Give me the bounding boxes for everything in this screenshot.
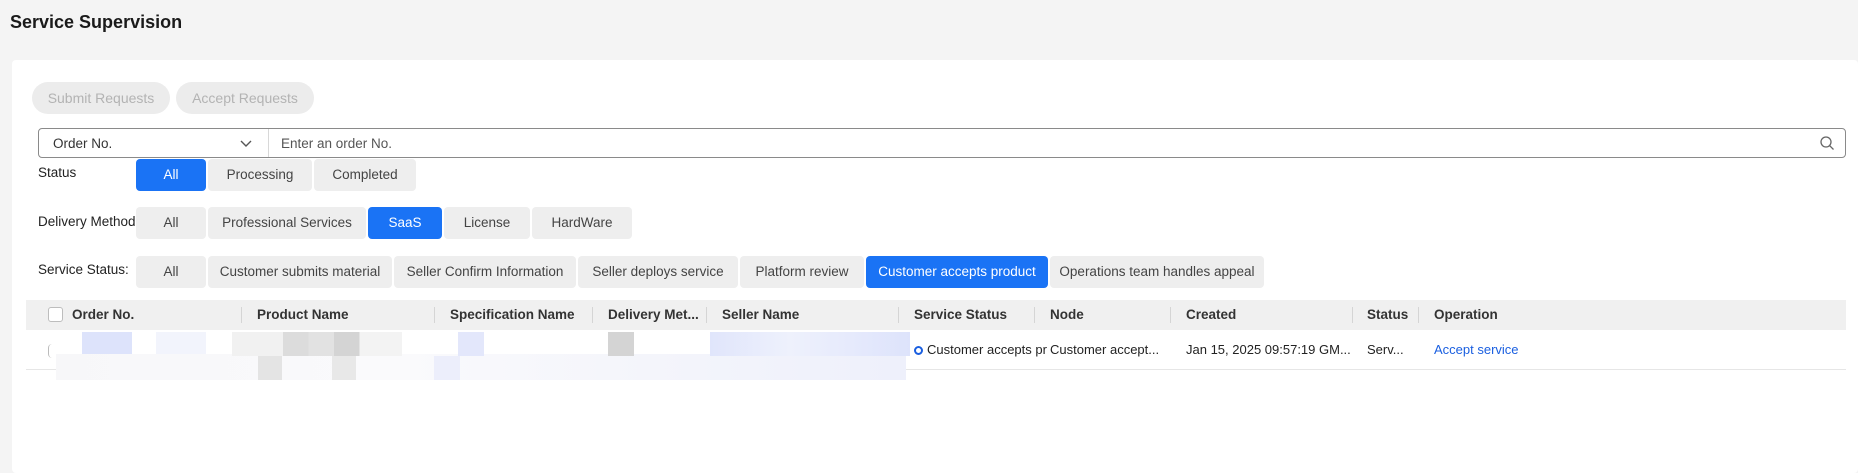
redacted-spec-name (458, 332, 484, 356)
redacted-product-name (232, 332, 402, 356)
col-order-no[interactable]: Order No. (72, 300, 134, 330)
page-title: Service Supervision (10, 12, 183, 32)
service-chip-customer-submits-material[interactable]: Customer submits material (208, 256, 392, 288)
column-divider (1170, 307, 1171, 323)
col-operation: Operation (1434, 307, 1498, 322)
service-chip-platform-review[interactable]: Platform review (740, 256, 864, 288)
col-service-status[interactable]: Service Status (914, 300, 1007, 330)
accept-requests-button[interactable]: Accept Requests (176, 82, 314, 114)
col-status[interactable]: Status (1367, 300, 1408, 330)
col-node[interactable]: Node (1050, 300, 1084, 330)
service-chip-seller-confirm-information[interactable]: Seller Confirm Information (394, 256, 576, 288)
delivery-chip-license[interactable]: License (444, 207, 530, 239)
search-field-select[interactable]: Order No. (39, 129, 269, 157)
col-seller-name[interactable]: Seller Name (722, 300, 799, 330)
main-panel: Submit Requests Accept Requests Order No… (12, 60, 1858, 473)
delivery-filter-label: Delivery Method (38, 214, 136, 229)
status-chip-processing[interactable]: Processing (208, 159, 312, 191)
service-chip-operations-team-handles-appeal[interactable]: Operations team handles appeal (1050, 256, 1264, 288)
search-icon[interactable] (1809, 129, 1845, 157)
select-all-checkbox[interactable] (48, 307, 63, 322)
delivery-chip-professional-services[interactable]: Professional Services (208, 207, 366, 239)
status-filter-label: Status (38, 165, 77, 180)
service-chip-customer-accepts-product[interactable]: Customer accepts product (866, 256, 1048, 288)
search-bar: Order No. (38, 128, 1846, 158)
search-field-value: Order No. (53, 135, 113, 151)
column-divider (1418, 307, 1419, 323)
redacted-order-no (82, 332, 132, 356)
table-header: Order No. Product Name Specification Nam… (26, 300, 1846, 330)
cell-created: Jan 15, 2025 09:57:19 GM... (1186, 342, 1351, 357)
column-divider (434, 307, 435, 323)
column-divider (241, 307, 242, 323)
redacted-block (434, 356, 460, 380)
accept-service-link[interactable]: Accept service (1434, 330, 1519, 370)
redacted-delivery-method (608, 332, 634, 356)
column-divider (592, 307, 593, 323)
search-input[interactable] (269, 129, 1809, 157)
column-divider (898, 307, 899, 323)
column-divider (706, 307, 707, 323)
service-status-filter-label: Service Status: (38, 262, 129, 277)
column-divider (1034, 307, 1035, 323)
column-divider (1352, 307, 1353, 323)
col-created[interactable]: Created (1186, 300, 1236, 330)
delivery-chip-all[interactable]: All (136, 207, 206, 239)
submit-requests-button[interactable]: Submit Requests (32, 82, 170, 114)
col-product-name[interactable]: Product Name (257, 300, 349, 330)
redacted-block (156, 332, 206, 356)
delivery-chip-hardware[interactable]: HardWare (532, 207, 632, 239)
service-chip-all[interactable]: All (136, 256, 206, 288)
col-delivery-method[interactable]: Delivery Met... (608, 300, 699, 330)
redacted-block (332, 356, 356, 380)
cell-node: Customer accept... (1050, 342, 1160, 357)
status-circle-icon (914, 346, 923, 355)
cell-status: Serv... (1367, 342, 1404, 357)
table-row: Customer accepts pr Customer accept... J… (26, 330, 1846, 380)
redacted-seller-name (710, 332, 910, 356)
col-specification-name[interactable]: Specification Name (450, 300, 575, 330)
redacted-block (258, 356, 282, 380)
service-chip-seller-deploys-service[interactable]: Seller deploys service (578, 256, 738, 288)
redacted-block (56, 354, 906, 380)
delivery-chip-saas[interactable]: SaaS (368, 207, 442, 239)
chevron-down-icon (238, 135, 254, 151)
status-chip-all[interactable]: All (136, 159, 206, 191)
cell-service-status: Customer accepts pr (914, 330, 1047, 370)
status-chip-completed[interactable]: Completed (314, 159, 416, 191)
